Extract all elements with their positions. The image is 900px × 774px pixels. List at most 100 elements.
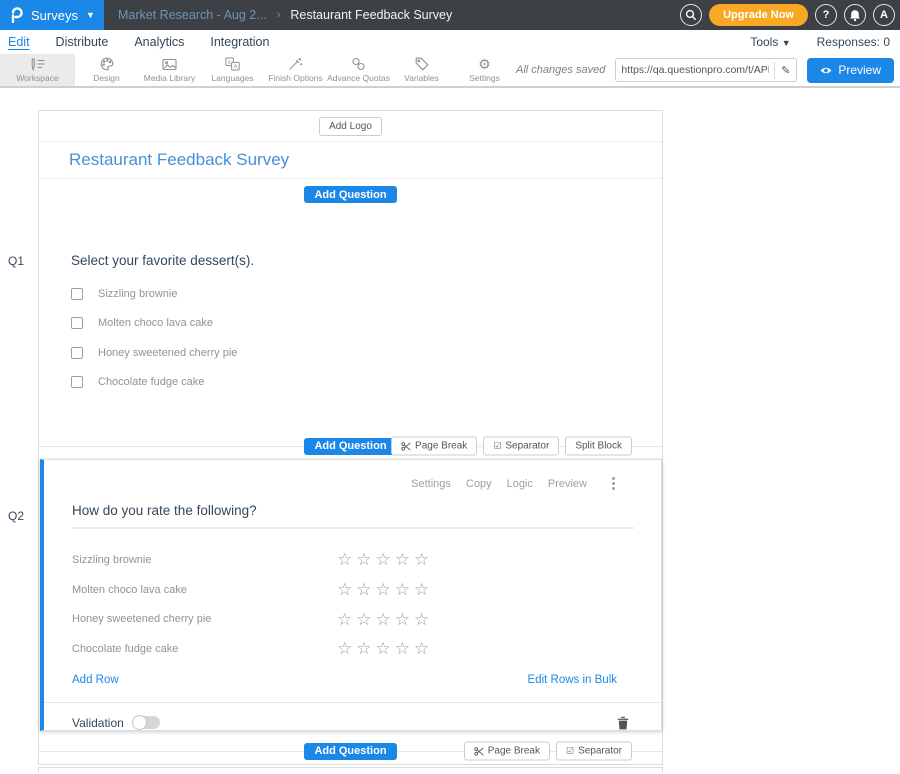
- magic-wand-icon: [288, 57, 303, 71]
- tag-icon: [415, 57, 429, 71]
- svg-text:A: A: [234, 64, 238, 70]
- questionpro-logo-icon: [9, 7, 24, 23]
- delete-question-button[interactable]: [617, 716, 629, 730]
- toolbar-tab-media-library[interactable]: Media Library: [138, 54, 201, 86]
- validation-toggle[interactable]: [133, 716, 160, 729]
- next-block-card-edge: [38, 767, 663, 772]
- chain-links-icon: [351, 57, 366, 71]
- checkbox-icon[interactable]: [71, 317, 83, 329]
- star-rating-icons[interactable]: ☆☆☆☆☆: [337, 640, 433, 657]
- surveys-menu[interactable]: Surveys ▼: [0, 0, 104, 30]
- toolbar-tab-finish-options[interactable]: Finish Options: [264, 54, 327, 86]
- toolbar-tab-languages[interactable]: x A Languages: [201, 54, 264, 86]
- search-button[interactable]: [680, 4, 702, 26]
- page-break-button[interactable]: Page Break: [391, 437, 477, 456]
- chevron-down-icon: ▼: [782, 38, 791, 48]
- nav-right: Tools ▼ Responses: 0: [750, 35, 892, 49]
- scissors-icon: [474, 746, 484, 756]
- survey-title[interactable]: Restaurant Feedback Survey: [69, 150, 289, 170]
- q1-option-row[interactable]: Chocolate fudge cake: [71, 368, 630, 398]
- star-rating-icons[interactable]: ☆☆☆☆☆: [337, 611, 433, 628]
- q2-action-menu: Settings Copy Logic Preview ⋮: [44, 460, 661, 490]
- workspace-icon: [29, 57, 46, 71]
- q2-preview-link[interactable]: Preview: [548, 478, 587, 490]
- toggle-knob: [132, 715, 147, 730]
- bell-icon: [849, 9, 861, 22]
- tab-analytics[interactable]: Analytics: [134, 35, 184, 49]
- q2-question-text[interactable]: How do you rate the following?: [44, 502, 661, 520]
- rating-row: Molten choco lava cake ☆☆☆☆☆: [44, 575, 661, 605]
- q1-option-row[interactable]: Honey sweetened cherry pie: [71, 338, 630, 368]
- eye-icon: [820, 66, 832, 75]
- tools-menu[interactable]: Tools ▼: [750, 35, 790, 49]
- rating-row: Chocolate fudge cake ☆☆☆☆☆: [44, 634, 661, 664]
- add-question-button-middle[interactable]: Add Question: [304, 438, 396, 455]
- q2-rating-rows: Sizzling brownie ☆☆☆☆☆ Molten choco lava…: [44, 545, 661, 664]
- survey-editor-canvas: Q1 Q2 Add Logo Restaurant Feedback Surve…: [0, 88, 900, 772]
- separator-button[interactable]: ☑ Separator: [483, 437, 559, 456]
- breadcrumb-survey-name: Restaurant Feedback Survey: [290, 8, 452, 22]
- add-question-button-top[interactable]: Add Question: [304, 186, 396, 203]
- star-rating-icons[interactable]: ☆☆☆☆☆: [337, 581, 433, 598]
- add-question-button-bottom[interactable]: Add Question: [304, 743, 396, 760]
- page-break-button[interactable]: Page Break: [464, 742, 550, 761]
- q2-settings-link[interactable]: Settings: [411, 478, 451, 490]
- separator-button[interactable]: ☑ Separator: [556, 742, 632, 761]
- question-q1: Select your favorite dessert(s). Sizzlin…: [39, 221, 662, 397]
- checkbox-icon[interactable]: [71, 288, 83, 300]
- image-icon: [162, 57, 177, 71]
- checkbox-icon[interactable]: [71, 347, 83, 359]
- q1-option-row[interactable]: Sizzling brownie: [71, 279, 630, 309]
- tab-integration[interactable]: Integration: [210, 35, 269, 49]
- toolbar-tab-advance-quotas[interactable]: Advance Quotas: [327, 54, 390, 86]
- svg-text:x: x: [228, 60, 231, 66]
- title-row: Restaurant Feedback Survey: [39, 142, 662, 179]
- avatar[interactable]: A: [873, 4, 895, 26]
- chevron-down-icon: ▼: [86, 10, 95, 20]
- split-block-button[interactable]: Split Block: [565, 437, 632, 456]
- toolbar-tab-settings[interactable]: ⚙ Settings: [453, 54, 516, 86]
- scissors-icon: [401, 441, 411, 451]
- toolbar-tab-design[interactable]: Design: [75, 54, 138, 86]
- edit-url-pencil-icon[interactable]: ✎: [774, 62, 796, 79]
- breadcrumb-separator-icon: ›: [277, 9, 281, 21]
- add-row-link[interactable]: Add Row: [72, 674, 119, 686]
- star-rating-icons[interactable]: ☆☆☆☆☆: [337, 551, 433, 568]
- question-q2-selected[interactable]: Settings Copy Logic Preview ⋮ How do you…: [40, 459, 662, 731]
- toolbar-tab-workspace[interactable]: Workspace: [0, 54, 75, 86]
- responses-count[interactable]: Responses: 0: [817, 35, 890, 49]
- q2-logic-link[interactable]: Logic: [507, 478, 533, 490]
- q1-question-text[interactable]: Select your favorite dessert(s).: [71, 252, 630, 270]
- q1-option-row[interactable]: Molten choco lava cake: [71, 309, 630, 339]
- edit-rows-in-bulk-link[interactable]: Edit Rows in Bulk: [528, 674, 617, 686]
- q2-question-underline: [72, 527, 634, 529]
- tab-edit[interactable]: Edit: [8, 35, 30, 49]
- preview-button[interactable]: Preview: [807, 58, 894, 83]
- tab-distribute[interactable]: Distribute: [56, 35, 109, 49]
- toolbar-tab-variables[interactable]: Variables: [390, 54, 453, 86]
- rating-row: Sizzling brownie ☆☆☆☆☆: [44, 545, 661, 575]
- breadcrumb: Market Research - Aug 2... › Restaurant …: [118, 8, 452, 22]
- edit-toolbar: Workspace Design Media Library x A: [0, 54, 900, 88]
- add-logo-button[interactable]: Add Logo: [319, 117, 382, 136]
- question-number-q2: Q2: [8, 509, 24, 523]
- topbar-actions: Upgrade Now ? A: [680, 4, 900, 26]
- search-icon: [685, 9, 697, 21]
- rating-row: Honey sweetened cherry pie ☆☆☆☆☆: [44, 604, 661, 634]
- gear-icon: ⚙: [478, 57, 491, 71]
- add-question-row-top: Add Question: [39, 179, 662, 221]
- block-tools: Page Break ☑ Separator Split Block: [391, 437, 632, 456]
- survey-url-input[interactable]: [616, 64, 774, 76]
- q2-copy-link[interactable]: Copy: [466, 478, 492, 490]
- help-button[interactable]: ?: [815, 4, 837, 26]
- kebab-menu-icon[interactable]: ⋮: [606, 478, 621, 490]
- survey-block-card: Add Logo Restaurant Feedback Survey Add …: [38, 110, 663, 765]
- validation-label: Validation: [72, 716, 124, 730]
- notifications-button[interactable]: [844, 4, 866, 26]
- upgrade-now-button[interactable]: Upgrade Now: [709, 4, 808, 26]
- section-nav: Edit Distribute Analytics Integration To…: [0, 30, 900, 54]
- q1-options: Sizzling brownie Molten choco lava cake …: [71, 279, 630, 397]
- breadcrumb-folder[interactable]: Market Research - Aug 2...: [118, 8, 267, 22]
- checkbox-icon[interactable]: [71, 376, 83, 388]
- trash-icon: [617, 716, 629, 730]
